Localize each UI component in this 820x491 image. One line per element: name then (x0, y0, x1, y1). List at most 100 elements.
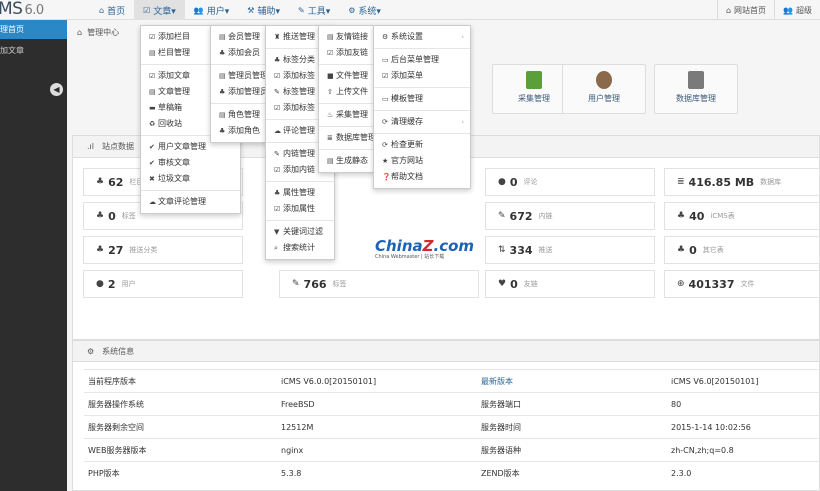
sidebar: 理首页 加文章 ◀ (0, 20, 67, 491)
menu-item-label: 用户文章管理 (158, 142, 206, 151)
sysinfo-table: 当前程序版本 iCMS V6.0.0[20150101] 最新版本 iCMS V6.0… (84, 369, 820, 485)
menu-item-icon: ▤ (327, 157, 334, 165)
stat-value: 0 (509, 175, 518, 189)
menu-item[interactable]: ☁ 文章评论管理 (141, 194, 240, 210)
tab-home[interactable]: ⌂ 首页 (90, 0, 134, 20)
menu-divider (266, 181, 334, 182)
menu-item[interactable]: ☑ 添加菜单 (374, 68, 470, 84)
breadcrumb-label[interactable]: 管理中心 (87, 28, 119, 37)
stat-label: 内链 (538, 212, 553, 220)
menu-item[interactable]: ▤ 友情链接 (319, 29, 373, 45)
menu-item[interactable]: ⌕ 搜索统计 (266, 240, 334, 256)
menu-item[interactable]: ♣ 添加角色 (211, 123, 267, 139)
menu-item[interactable]: ▤ 会员管理 (211, 29, 267, 45)
menu-item[interactable]: ✖ 垃圾文章 (141, 171, 240, 187)
menu-item-icon: ≣ (327, 134, 333, 142)
menu-item[interactable]: ♣ 添加会员 (211, 45, 267, 61)
menu-item[interactable]: ★ 官方网站 (374, 153, 470, 169)
stat-icon: ♣ (96, 177, 105, 187)
info-value: 2015-1-14 10:02:56 (667, 415, 820, 439)
menu-item[interactable]: ▤ 角色管理 (211, 107, 267, 123)
menu-item-label: 数据库管理 (336, 133, 376, 142)
stat-card: ♣ 40 iCMS表 (664, 202, 820, 230)
stat-card: ✎ 672 内链 (485, 202, 655, 230)
stat-label: iCMS表 (710, 212, 735, 220)
stat-icon: ♣ (677, 211, 686, 221)
menu-item-label: 清理缓存 (391, 117, 423, 126)
stat-label: 评论 (523, 178, 538, 186)
menu-item-label: 草稿箱 (158, 103, 182, 112)
menu-item-icon: ▬ (149, 104, 156, 112)
tab-system[interactable]: ⚙ 系统▾ (339, 0, 390, 20)
site-home-link[interactable]: ⌂ 网站首页 (716, 0, 774, 20)
menu-item[interactable]: ☑ 添加友链 (319, 45, 373, 61)
database-icon (688, 71, 704, 89)
tab-label: 用户▾ (206, 6, 230, 17)
stat-card: ♣ 0 其它表 (664, 236, 820, 264)
menu-item[interactable]: ⚙ 系统设置 › (374, 29, 470, 45)
menu-item-icon: ⚙ (382, 33, 389, 41)
tab-user[interactable]: 👥 用户▾ (185, 0, 239, 20)
stat-card: ⇅ 334 推送 (485, 236, 655, 264)
sidebar-toggle-icon[interactable]: ◀ (50, 83, 63, 96)
menu-item-label: 文章评论管理 (158, 197, 206, 206)
menu-item-icon: ♣ (274, 56, 281, 64)
menu-item[interactable]: ▤ 生成静态 (319, 153, 373, 169)
menu-item-label: 评论管理 (283, 126, 315, 135)
menu-item[interactable]: ✔ 审核文章 (141, 155, 240, 171)
menu-item[interactable]: ⟳ 检查更新 (374, 137, 470, 153)
stat-card: ● 2 用户 (83, 270, 243, 298)
menu-item[interactable]: ▭ 后台菜单管理 (374, 52, 470, 68)
admin-user-link[interactable]: 👥 超级 (774, 0, 820, 20)
stat-value: 62 (108, 175, 124, 189)
menu-item-icon: ✔ (149, 143, 155, 151)
menu-item[interactable]: ❓帮助文档 (374, 169, 470, 185)
menu-divider (319, 64, 373, 65)
users-icon (596, 71, 612, 89)
menu-item[interactable]: ▭ 模板管理 (374, 91, 470, 107)
menu-item[interactable]: ☑ 添加属性 (266, 201, 334, 217)
menu-item[interactable]: ♣ 添加管理员 (211, 84, 268, 100)
menu-item-icon: ♣ (219, 127, 226, 135)
menu-item-icon: ✎ (274, 88, 280, 96)
menu-item[interactable]: ≣ 数据库管理 (319, 130, 376, 146)
menu-item[interactable]: ▤ 管理员管理 (211, 68, 268, 84)
tab-article[interactable]: ☑ 文章▾ (134, 0, 185, 20)
menu-item[interactable]: ■ 文件管理 (319, 68, 373, 84)
menu-item-icon: ▤ (149, 49, 156, 57)
menu-item-label: 栏目管理 (158, 48, 190, 57)
menu-item-label: 标签管理 (283, 87, 315, 96)
stat-label: 其它表 (702, 246, 724, 254)
tile-users[interactable]: 用户管理 (562, 64, 646, 114)
menu-divider (319, 126, 373, 127)
article-icon: ☑ (143, 5, 151, 15)
site-home-icon: ⌂ (725, 5, 732, 15)
stat-value: 416.85 MB (688, 175, 755, 189)
sidebar-item-home[interactable]: 理首页 (0, 20, 67, 39)
menu-item[interactable]: ♨ 采集管理 (319, 107, 373, 123)
menu-item-icon: ☑ (382, 72, 389, 80)
stat-label: 文件 (740, 280, 755, 288)
menu-item-icon: ☑ (274, 205, 281, 213)
stat-icon: ♣ (96, 245, 105, 255)
sidebar-item-add-article[interactable]: 加文章 (0, 39, 67, 58)
menu-user: ▤ 会员管理 ♣ 添加会员 ▤ 管理员管理 ♣ 添加管理员 ▤ 角色管理 ♣ 添加角色 (210, 25, 268, 143)
menu-item-label: 采集管理 (336, 110, 368, 119)
menu-item-icon: ⟳ (382, 118, 388, 126)
tab-helper[interactable]: ⚒ 辅助▾ (238, 0, 289, 20)
info-value: iCMS V6.0.0[20150101] (277, 369, 477, 393)
stat-value: 766 (303, 277, 327, 291)
tile-database[interactable]: 数据库管理 (654, 64, 738, 114)
menu-item[interactable]: ▼ 关键词过滤 (266, 224, 334, 240)
menu-item[interactable]: ♣ 属性管理 (266, 185, 334, 201)
menu-item-icon: ⌕ (274, 244, 278, 252)
menu-item[interactable]: ⇧ 上传文件 (319, 84, 373, 100)
info-key: PHP版本 (84, 461, 277, 485)
menu-item[interactable]: ⟳ 清理缓存 › (374, 114, 470, 130)
info-key[interactable]: 最新版本 (477, 369, 667, 393)
menu-divider (141, 190, 240, 191)
tab-tools[interactable]: ✎ 工具▾ (289, 0, 339, 20)
stat-label: 标签 (332, 280, 347, 288)
logo[interactable]: MS 6.0 (0, 0, 44, 19)
menu-item-icon: ▭ (382, 56, 389, 64)
